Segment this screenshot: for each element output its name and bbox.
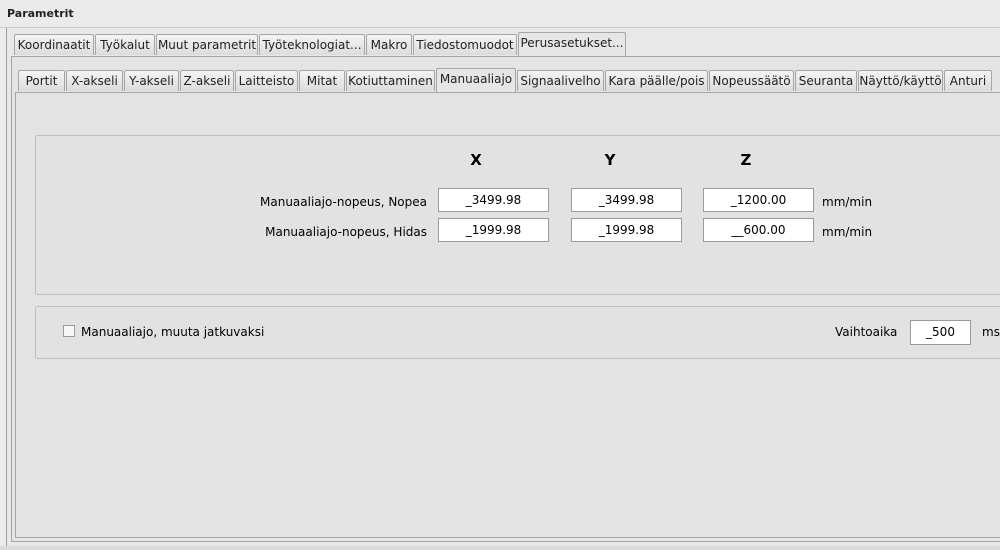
tab-laitteisto[interactable]: Laitteisto [235,70,298,91]
tab-z-akseli[interactable]: Z-akseli [180,70,234,91]
slow-speed-y-input[interactable]: _1999.98 [571,218,682,242]
tab-x-akseli[interactable]: X-akseli [66,70,123,91]
tab-koordinaatit[interactable]: Koordinaatit [14,34,94,55]
tab-kotiuttaminen[interactable]: Kotiuttaminen [346,70,435,91]
tab-manuaaliajo[interactable]: Manuaaliajo [436,68,516,92]
bottom-edge [0,546,1000,550]
switch-time-input[interactable]: _500 [910,320,971,345]
switch-time-unit: ms [982,325,1000,339]
tab-nopeussaato[interactable]: Nopeussäätö [709,70,794,91]
tab-tiedostomuodot[interactable]: Tiedostomuodot [413,34,517,55]
tab-portit[interactable]: Portit [18,70,65,91]
slow-speed-unit: mm/min [822,225,873,239]
continuous-jog-label[interactable]: Manuaaliajo, muuta jatkuvaksi [81,325,264,339]
window-title: Parametrit [7,7,74,20]
tab-perusasetukset[interactable]: Perusasetukset... [518,32,626,56]
tab-y-akseli[interactable]: Y-akseli [124,70,179,91]
tab-seuranta[interactable]: Seuranta [795,70,857,91]
tab-naytto-kaytto[interactable]: Näyttö/käyttö [858,70,943,91]
fast-speed-unit: mm/min [822,195,873,209]
slow-speed-z-input[interactable]: __600.00 [703,218,814,242]
tab-kara-paalle-pois[interactable]: Kara päälle/pois [605,70,708,91]
column-header-y: Y [604,151,616,169]
slow-speed-x-input[interactable]: _1999.98 [438,218,549,242]
tab-muut-parametrit[interactable]: Muut parametrit [156,34,258,55]
tab-makro[interactable]: Makro [366,34,412,55]
tab-tyoteknologiat[interactable]: Työteknologiat... [259,34,365,55]
title-bar: Parametrit [0,0,1000,28]
tab-signaalivelho[interactable]: Signaalivelho [517,70,604,91]
fast-speed-x-input[interactable]: _3499.98 [438,188,549,212]
continuous-jog-checkbox[interactable] [63,325,75,337]
tab-anturi[interactable]: Anturi [944,70,992,91]
switch-time-label: Vaihtoaika [835,325,898,339]
fast-speed-label: Manuaaliajo-nopeus, Nopea [260,195,427,209]
slow-speed-label: Manuaaliajo-nopeus, Hidas [265,225,427,239]
fast-speed-z-input[interactable]: _1200.00 [703,188,814,212]
tab-tyokalut[interactable]: Työkalut [95,34,155,55]
fast-speed-y-input[interactable]: _3499.98 [571,188,682,212]
column-header-z: Z [740,151,752,169]
column-header-x: X [470,151,482,169]
tab-mitat[interactable]: Mitat [299,70,345,91]
